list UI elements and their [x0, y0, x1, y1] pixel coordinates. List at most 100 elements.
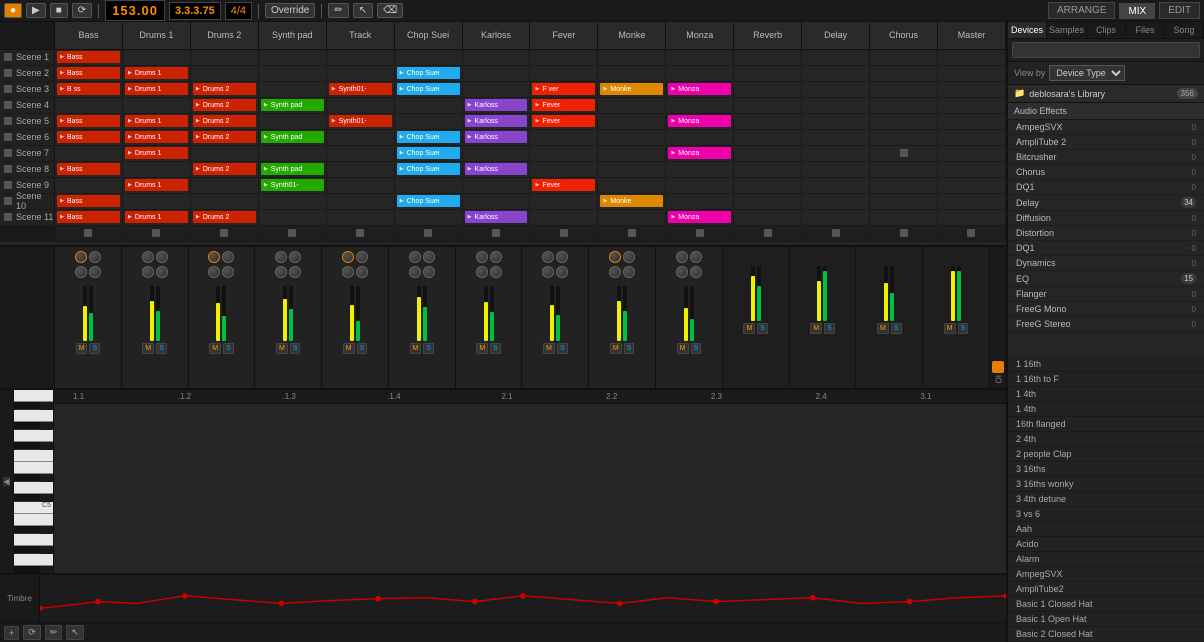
scene-play-2[interactable] — [4, 69, 12, 77]
clip-master-s8[interactable] — [938, 162, 1006, 177]
preset-ampegsvx[interactable]: AmpegSVX — [1008, 567, 1204, 582]
preset-2-4th[interactable]: 2 4th — [1008, 432, 1204, 447]
clip-fever-s8[interactable] — [530, 162, 598, 177]
scene-label-7[interactable]: Scene 7 — [0, 146, 55, 161]
scene-label-5[interactable]: Scene 5 — [0, 114, 55, 129]
preset-aah[interactable]: Aah — [1008, 522, 1204, 537]
device-amplitube2[interactable]: AmpliTube 2 0 — [1008, 135, 1204, 150]
clip-master-s5[interactable] — [938, 114, 1006, 129]
clip-synthpad-s7[interactable] — [259, 146, 327, 161]
clip-chopsuei-s9[interactable] — [395, 178, 463, 193]
clip-fever-s1[interactable] — [530, 50, 598, 65]
clip-chopsuei-s10[interactable]: Chop Suei — [395, 194, 463, 209]
piano-key-Bb4[interactable] — [14, 526, 40, 534]
clip-monza-s11[interactable]: Monza — [666, 210, 734, 225]
clip-drums1-s9[interactable]: Drums 1 — [123, 178, 191, 193]
clip-track-s10[interactable] — [327, 194, 395, 209]
clip-master-s7[interactable] — [938, 146, 1006, 161]
knob-pan-drums1[interactable] — [156, 251, 168, 263]
pencil-btn[interactable]: ✏ — [328, 3, 348, 18]
clip-drums1-s8[interactable] — [123, 162, 191, 177]
stop-btn-monke[interactable] — [598, 226, 666, 241]
clip-track-s4[interactable] — [327, 98, 395, 113]
clip-fever-s10[interactable] — [530, 194, 598, 209]
piano-key-Db5[interactable] — [14, 494, 40, 502]
clip-karloss-s10[interactable] — [463, 194, 531, 209]
piano-key-C5[interactable]: C5 — [14, 502, 53, 514]
device-dq1-2[interactable]: DQ1 0 — [1008, 241, 1204, 256]
clip-track-s3[interactable]: Synth01- — [327, 82, 395, 97]
solo-track[interactable]: S — [357, 343, 368, 354]
clip-monke-s4[interactable] — [598, 98, 666, 113]
clip-chopsuei-s3[interactable]: Chop Suei — [395, 82, 463, 97]
mute-fever[interactable]: M — [543, 343, 555, 354]
knob-send-bass[interactable] — [75, 251, 87, 263]
stop-btn-synthpad[interactable] — [259, 226, 327, 241]
scene-play-4[interactable] — [4, 101, 12, 109]
clip-drums2-s11[interactable]: Drums 2 — [191, 210, 259, 225]
piano-key-Ab4[interactable] — [14, 546, 40, 554]
clip-bass-s1[interactable]: Bass — [55, 50, 123, 65]
clip-drums1-s6[interactable]: Drums 1 — [123, 130, 191, 145]
clip-synthpad-s5[interactable] — [259, 114, 327, 129]
preset-amplitube2[interactable]: AmpliTube2 — [1008, 582, 1204, 597]
preset-basic2-closed[interactable]: Basic 2 Closed Hat — [1008, 627, 1204, 642]
clip-master-s1[interactable] — [938, 50, 1006, 65]
piano-key-Gb5[interactable] — [14, 442, 40, 450]
knob2-bass[interactable] — [75, 266, 87, 278]
device-ampegsvx[interactable]: AmpegSVX 0 — [1008, 120, 1204, 135]
knob-pan-bass[interactable] — [89, 251, 101, 263]
clip-monke-s11[interactable] — [598, 210, 666, 225]
clip-monke-s8[interactable] — [598, 162, 666, 177]
clip-delay-s9[interactable] — [802, 178, 870, 193]
clip-delay-s11[interactable] — [802, 210, 870, 225]
clip-track-s1[interactable] — [327, 50, 395, 65]
clip-chorus-s9[interactable] — [870, 178, 938, 193]
mute-synthpad[interactable]: M — [276, 343, 288, 354]
stop-btn[interactable]: ■ — [50, 3, 68, 18]
clip-reverb-s6[interactable] — [734, 130, 802, 145]
piano-key-D5[interactable] — [14, 482, 53, 494]
tab-devices[interactable]: Devices — [1008, 22, 1047, 38]
piano-key-G5[interactable] — [14, 430, 53, 442]
preset-3-vs-6[interactable]: 3 vs 6 — [1008, 507, 1204, 522]
clip-reverb-s10[interactable] — [734, 194, 802, 209]
device-freeg-stereo[interactable]: FreeG Stereo 0 — [1008, 317, 1204, 332]
clip-drums1-s2[interactable]: Drums 1 — [123, 66, 191, 81]
clip-monke-s7[interactable] — [598, 146, 666, 161]
clip-bass-s4[interactable] — [55, 98, 123, 113]
stop-btn-drums2[interactable] — [191, 226, 259, 241]
stop-btn-track[interactable] — [327, 226, 395, 241]
solo-drums1[interactable]: S — [156, 343, 167, 354]
clip-track-s9[interactable] — [327, 178, 395, 193]
io-button[interactable] — [992, 361, 1004, 373]
preset-basic1-closed[interactable]: Basic 1 Closed Hat — [1008, 597, 1204, 612]
mute-monza[interactable]: M — [677, 343, 689, 354]
solo-drums2[interactable]: S — [223, 343, 234, 354]
clip-delay-s2[interactable] — [802, 66, 870, 81]
solo-karloss[interactable]: S — [490, 343, 501, 354]
solo-synthpad[interactable]: S — [290, 343, 301, 354]
mute-karloss[interactable]: M — [476, 343, 488, 354]
clip-synthpad-s1[interactable] — [259, 50, 327, 65]
clip-track-s7[interactable] — [327, 146, 395, 161]
clip-master-s2[interactable] — [938, 66, 1006, 81]
clip-karloss-s11[interactable]: Karloss — [463, 210, 531, 225]
override-btn[interactable]: Override — [265, 3, 315, 18]
clip-monza-s3[interactable]: Monza — [666, 82, 734, 97]
clip-fever-s5[interactable]: Fever — [530, 114, 598, 129]
piano-key-Bb5[interactable] — [14, 402, 40, 410]
eraser-btn[interactable]: ⌫ — [377, 3, 403, 18]
clip-delay-s10[interactable] — [802, 194, 870, 209]
tab-arrange[interactable]: ARRANGE — [1048, 2, 1115, 19]
piano-key-A5[interactable] — [14, 410, 53, 422]
clip-drums2-s2[interactable] — [191, 66, 259, 81]
clip-chorus-s11[interactable] — [870, 210, 938, 225]
clip-drums2-s4[interactable]: Drums 2 — [191, 98, 259, 113]
clip-chopsuei-s6[interactable]: Chop Suei — [395, 130, 463, 145]
solo-reverb[interactable]: S — [757, 323, 768, 334]
clip-drums2-s6[interactable]: Drums 2 — [191, 130, 259, 145]
knob2-drums1[interactable] — [142, 266, 154, 278]
clip-karloss-s4[interactable]: Karloss — [463, 98, 531, 113]
knob-send-drums1[interactable] — [142, 251, 154, 263]
